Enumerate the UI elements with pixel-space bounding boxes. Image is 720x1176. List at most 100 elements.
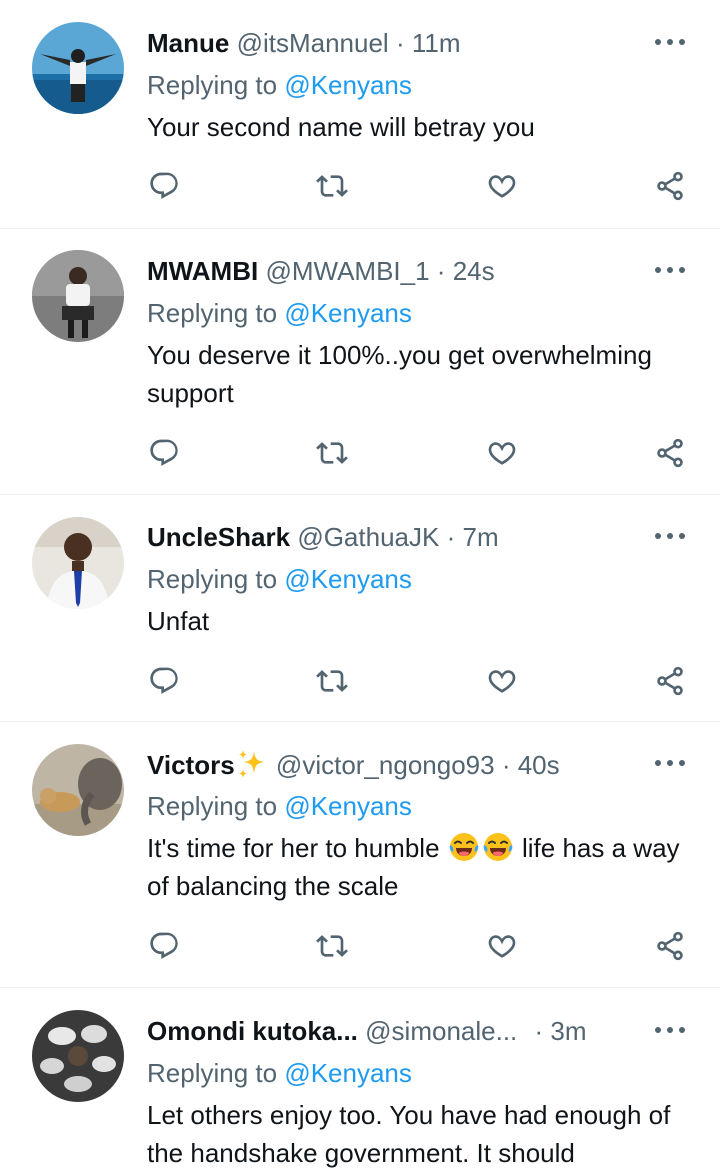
retweet-icon — [316, 170, 348, 202]
tweet-text: Your second name will betray you — [147, 112, 535, 142]
display-name[interactable]: UncleShark — [147, 522, 290, 552]
user-handle[interactable]: @MWAMBI_1 — [265, 256, 429, 286]
share-icon — [654, 930, 686, 962]
replying-prefix: Replying to — [147, 1058, 278, 1088]
sparkles-icon — [238, 750, 265, 778]
replying-prefix: Replying to — [147, 70, 278, 100]
replying-to: Replying to @Kenyans — [147, 1056, 412, 1090]
reply-icon — [148, 930, 180, 962]
tweet[interactable]: UncleShark @GathuaJK · 7m Replying to @K… — [0, 495, 720, 722]
separator: · — [446, 522, 456, 552]
avatar[interactable] — [32, 517, 124, 609]
retweet-button[interactable] — [312, 926, 352, 966]
separator: · — [436, 256, 446, 286]
retweet-button[interactable] — [312, 433, 352, 473]
share-icon — [654, 437, 686, 469]
retweet-button[interactable] — [312, 166, 352, 206]
tweet[interactable]: Manue @itsMannuel · 11m Replying to @Ken… — [0, 0, 720, 229]
heart-icon — [486, 665, 518, 697]
user-handle[interactable]: @itsMannuel — [237, 28, 389, 58]
user-handle[interactable]: @simonale... — [365, 1016, 517, 1046]
avatar[interactable] — [32, 250, 124, 342]
retweet-button[interactable] — [312, 661, 352, 701]
more-icon[interactable] — [652, 526, 688, 546]
reply-button[interactable] — [144, 926, 184, 966]
separator: · — [534, 1016, 544, 1046]
timestamp[interactable]: 24s — [453, 256, 495, 286]
share-button[interactable] — [650, 661, 690, 701]
more-icon[interactable] — [652, 32, 688, 52]
timestamp[interactable]: 3m — [550, 1016, 586, 1046]
tweet[interactable]: MWAMBI @MWAMBI_1 · 24s Replying to @Keny… — [0, 229, 720, 495]
timestamp[interactable]: 40s — [518, 750, 560, 780]
share-button[interactable] — [650, 166, 690, 206]
action-bar — [0, 661, 720, 701]
tweet[interactable]: Victors @victor_ngongo93 · 40s Replying … — [0, 722, 720, 988]
replying-to: Replying to @Kenyans — [147, 562, 412, 596]
more-icon[interactable] — [652, 753, 688, 773]
display-name[interactable]: MWAMBI — [147, 256, 258, 286]
avatar-image — [32, 744, 124, 836]
tweet-header: Omondi kutoka... @simonale... · 3m — [147, 1014, 587, 1048]
replying-to: Replying to @Kenyans — [147, 789, 412, 823]
like-button[interactable] — [482, 433, 522, 473]
timestamp[interactable]: 11m — [412, 28, 461, 58]
user-handle[interactable]: @victor_ngongo93 — [276, 750, 495, 780]
display-name[interactable]: Victors — [147, 750, 235, 780]
tweet-header: MWAMBI @MWAMBI_1 · 24s — [147, 254, 495, 288]
tweet-header: UncleShark @GathuaJK · 7m — [147, 520, 499, 554]
mention-link[interactable]: @Kenyans — [284, 70, 412, 100]
reply-icon — [148, 665, 180, 697]
more-icon[interactable] — [652, 260, 688, 280]
replying-prefix: Replying to — [147, 564, 278, 594]
reply-button[interactable] — [144, 661, 184, 701]
like-button[interactable] — [482, 166, 522, 206]
heart-icon — [486, 170, 518, 202]
mention-link[interactable]: @Kenyans — [284, 564, 412, 594]
share-icon — [654, 665, 686, 697]
retweet-icon — [316, 930, 348, 962]
mention-link[interactable]: @Kenyans — [284, 791, 412, 821]
action-bar — [0, 433, 720, 473]
action-bar — [0, 926, 720, 966]
retweet-icon — [316, 437, 348, 469]
mention-link[interactable]: @Kenyans — [284, 298, 412, 328]
replying-prefix: Replying to — [147, 791, 278, 821]
mention-link[interactable]: @Kenyans — [284, 1058, 412, 1088]
replying-prefix: Replying to — [147, 298, 278, 328]
avatar-image — [32, 250, 124, 342]
like-button[interactable] — [482, 661, 522, 701]
share-button[interactable] — [650, 433, 690, 473]
user-handle[interactable]: @GathuaJK — [297, 522, 439, 552]
avatar-image — [32, 1010, 124, 1102]
tweet-text: Let others enjoy too. You have had enoug… — [147, 1100, 671, 1168]
replying-to: Replying to @Kenyans — [147, 296, 412, 330]
avatar[interactable] — [32, 1010, 124, 1102]
action-bar — [0, 166, 720, 206]
retweet-icon — [316, 665, 348, 697]
avatar[interactable] — [32, 22, 124, 114]
display-name[interactable]: Omondi kutoka... — [147, 1016, 358, 1046]
like-button[interactable] — [482, 926, 522, 966]
avatar[interactable] — [32, 744, 124, 836]
tweet[interactable]: Omondi kutoka... @simonale... · 3m Reply… — [0, 988, 720, 1176]
timestamp[interactable]: 7m — [462, 522, 498, 552]
share-button[interactable] — [650, 926, 690, 966]
avatar-image — [32, 517, 124, 609]
tweet-text: It's time for her to humble life has a w… — [147, 829, 703, 905]
reply-button[interactable] — [144, 166, 184, 206]
tears-of-joy-icon — [448, 831, 480, 863]
reply-icon — [148, 437, 180, 469]
separator: · — [501, 750, 511, 780]
heart-icon — [486, 437, 518, 469]
reply-button[interactable] — [144, 433, 184, 473]
tweet-header: Manue @itsMannuel · 11m — [147, 26, 461, 60]
tweet-text-part: It's time for her to humble — [147, 833, 440, 863]
share-icon — [654, 170, 686, 202]
replying-to: Replying to @Kenyans — [147, 68, 412, 102]
tweet-text: Unfat — [147, 606, 210, 636]
more-icon[interactable] — [652, 1020, 688, 1040]
reply-icon — [148, 170, 180, 202]
heart-icon — [486, 930, 518, 962]
display-name[interactable]: Manue — [147, 28, 229, 58]
